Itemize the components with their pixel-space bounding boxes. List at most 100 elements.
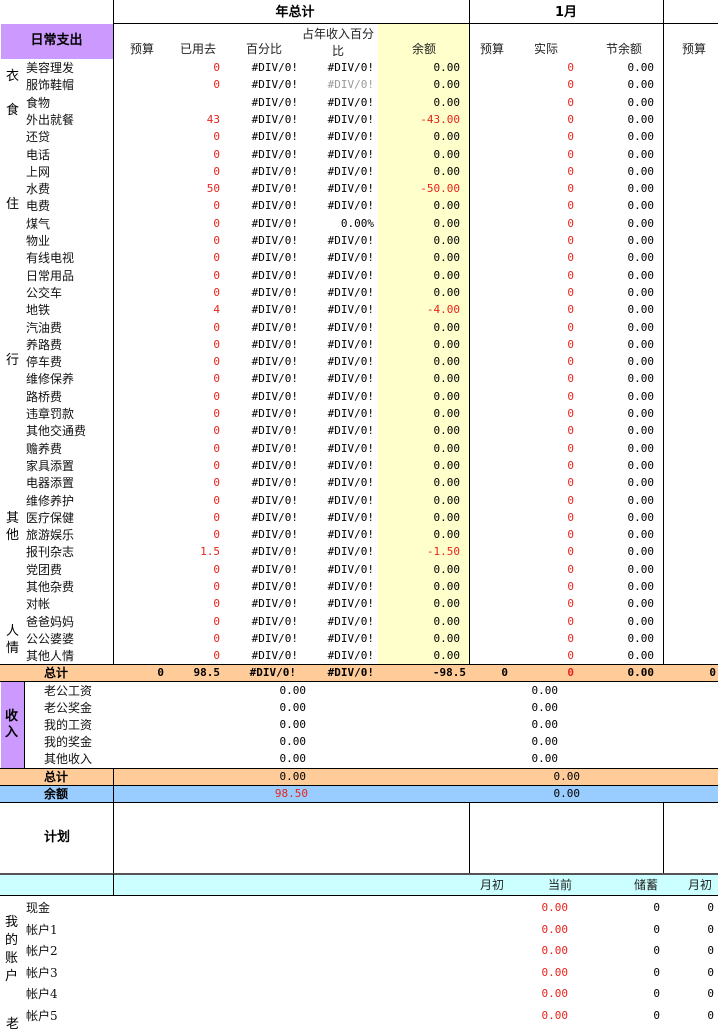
- expense-income-pct-cell[interactable]: #DIV/0!: [312, 97, 374, 108]
- expense-percent-cell[interactable]: #DIV/0!: [236, 425, 298, 436]
- expense-month-saved-cell[interactable]: 0.00: [594, 339, 655, 350]
- expense-percent-cell[interactable]: #DIV/0!: [236, 62, 298, 73]
- income-month-cell[interactable]: 0.00: [494, 753, 559, 764]
- expense-total-budget[interactable]: 0: [130, 667, 164, 678]
- expense-percent-cell[interactable]: #DIV/0!: [236, 252, 298, 263]
- expense-used-cell[interactable]: 0: [176, 633, 220, 644]
- expense-month-saved-cell[interactable]: 0.00: [594, 218, 655, 229]
- expense-percent-cell[interactable]: #DIV/0!: [236, 287, 298, 298]
- expense-month-saved-cell[interactable]: 0.00: [594, 477, 655, 488]
- expense-balance-cell[interactable]: 0.00: [396, 391, 461, 402]
- expense-balance-cell[interactable]: -4.00: [396, 304, 460, 315]
- expense-percent-cell[interactable]: #DIV/0!: [236, 79, 298, 90]
- expense-used-cell[interactable]: 0: [176, 79, 220, 90]
- expense-income-pct-cell[interactable]: #DIV/0!: [312, 443, 374, 454]
- expense-month-actual-cell[interactable]: 0: [546, 495, 574, 506]
- expense-month-saved-cell[interactable]: 0.00: [594, 200, 655, 211]
- expense-month-actual-cell[interactable]: 0: [546, 304, 574, 315]
- expense-used-cell[interactable]: 1.5: [176, 546, 220, 557]
- expense-percent-cell[interactable]: #DIV/0!: [236, 149, 298, 160]
- expense-income-pct-cell[interactable]: #DIV/0!: [312, 304, 374, 315]
- accounts-header-row[interactable]: [0, 874, 718, 895]
- expense-used-cell[interactable]: 0: [176, 218, 220, 229]
- account-saving-cell[interactable]: 0: [640, 967, 660, 978]
- income-year-cell[interactable]: 0.00: [246, 736, 307, 747]
- expense-percent-cell[interactable]: #DIV/0!: [236, 218, 298, 229]
- expense-used-cell[interactable]: 0: [176, 62, 220, 73]
- expense-month-saved-cell[interactable]: 0.00: [594, 79, 655, 90]
- expense-balance-cell[interactable]: 0.00: [396, 339, 461, 350]
- expense-income-pct-cell[interactable]: #DIV/0!: [312, 79, 374, 90]
- expense-month-actual-cell[interactable]: 0: [546, 581, 574, 592]
- expense-used-cell[interactable]: 0: [176, 512, 220, 523]
- expense-month-saved-cell[interactable]: 0.00: [594, 443, 655, 454]
- income-month-cell[interactable]: 0.00: [494, 685, 559, 696]
- expense-balance-cell[interactable]: 0.00: [396, 131, 461, 142]
- expense-month-saved-cell[interactable]: 0.00: [594, 304, 655, 315]
- expense-balance-cell[interactable]: -50.00: [396, 183, 460, 194]
- expense-income-pct-cell[interactable]: #DIV/0!: [312, 460, 374, 471]
- expense-balance-cell[interactable]: 0.00: [396, 356, 461, 367]
- expense-month-saved-cell[interactable]: 0.00: [594, 529, 655, 540]
- expense-balance-cell[interactable]: 0.00: [396, 616, 461, 627]
- income-total-month[interactable]: 0.00: [520, 771, 581, 782]
- expense-total-month-saved[interactable]: 0.00: [594, 667, 655, 678]
- expense-used-cell[interactable]: 0: [176, 616, 220, 627]
- expense-income-pct-cell[interactable]: #DIV/0!: [312, 287, 374, 298]
- expense-used-cell[interactable]: 0: [176, 373, 220, 384]
- balance-year[interactable]: 98.50: [246, 788, 308, 799]
- expense-income-pct-cell[interactable]: #DIV/0!: [312, 633, 374, 644]
- expense-balance-cell[interactable]: 0.00: [396, 373, 461, 384]
- account-saving-cell[interactable]: 0: [640, 902, 660, 913]
- expense-balance-cell[interactable]: 0.00: [396, 322, 461, 333]
- expense-used-cell[interactable]: 0: [176, 287, 220, 298]
- expense-month-saved-cell[interactable]: 0.00: [594, 183, 655, 194]
- expense-total-used[interactable]: 98.5: [170, 667, 221, 678]
- expense-percent-cell[interactable]: #DIV/0!: [236, 356, 298, 367]
- expense-income-pct-cell[interactable]: #DIV/0!: [312, 477, 374, 488]
- expense-percent-cell[interactable]: #DIV/0!: [236, 391, 298, 402]
- expense-total-next-budget[interactable]: 0: [690, 667, 716, 678]
- account-next-cell[interactable]: 0: [696, 967, 714, 978]
- expense-month-actual-cell[interactable]: 0: [546, 512, 574, 523]
- expense-used-cell[interactable]: 0: [176, 564, 220, 575]
- expense-income-pct-cell[interactable]: #DIV/0!: [312, 616, 374, 627]
- expense-month-actual-cell[interactable]: 0: [546, 287, 574, 298]
- expense-month-saved-cell[interactable]: 0.00: [594, 235, 655, 246]
- expense-percent-cell[interactable]: #DIV/0!: [236, 460, 298, 471]
- expense-percent-cell[interactable]: #DIV/0!: [236, 270, 298, 281]
- income-year-cell[interactable]: 0.00: [246, 719, 307, 730]
- expense-percent-cell[interactable]: #DIV/0!: [236, 339, 298, 350]
- expense-used-cell[interactable]: 0: [176, 477, 220, 488]
- balance-row[interactable]: [0, 785, 718, 802]
- expense-month-actual-cell[interactable]: 0: [546, 114, 574, 125]
- account-next-cell[interactable]: 0: [696, 1010, 714, 1021]
- expense-month-actual-cell[interactable]: 0: [546, 408, 574, 419]
- account-saving-cell[interactable]: 0: [640, 988, 660, 999]
- expense-month-saved-cell[interactable]: 0.00: [594, 650, 655, 661]
- expense-total-percent[interactable]: #DIV/0!: [228, 667, 296, 678]
- expense-month-saved-cell[interactable]: 0.00: [594, 391, 655, 402]
- expense-month-actual-cell[interactable]: 0: [546, 322, 574, 333]
- expense-used-cell[interactable]: 0: [176, 270, 220, 281]
- income-month-cell[interactable]: 0.00: [494, 719, 559, 730]
- expense-income-pct-cell[interactable]: #DIV/0!: [312, 235, 374, 246]
- expense-month-saved-cell[interactable]: 0.00: [594, 460, 655, 471]
- expense-used-cell[interactable]: 0: [176, 252, 220, 263]
- income-month-cell[interactable]: 0.00: [494, 736, 559, 747]
- expense-income-pct-cell[interactable]: #DIV/0!: [312, 391, 374, 402]
- expense-used-cell[interactable]: 4: [176, 304, 220, 315]
- expense-total-month-actual[interactable]: 0: [546, 667, 574, 678]
- expense-month-actual-cell[interactable]: 0: [546, 252, 574, 263]
- expense-percent-cell[interactable]: #DIV/0!: [236, 477, 298, 488]
- expense-income-pct-cell[interactable]: #DIV/0!: [312, 512, 374, 523]
- expense-balance-cell[interactable]: 0.00: [396, 495, 461, 506]
- expense-balance-cell[interactable]: 0.00: [396, 598, 461, 609]
- expense-month-actual-cell[interactable]: 0: [546, 443, 574, 454]
- expense-month-actual-cell[interactable]: 0: [546, 79, 574, 90]
- expense-month-saved-cell[interactable]: 0.00: [594, 564, 655, 575]
- expense-balance-cell[interactable]: 0.00: [396, 529, 461, 540]
- expense-percent-cell[interactable]: #DIV/0!: [236, 408, 298, 419]
- expense-month-actual-cell[interactable]: 0: [546, 650, 574, 661]
- expense-month-saved-cell[interactable]: 0.00: [594, 322, 655, 333]
